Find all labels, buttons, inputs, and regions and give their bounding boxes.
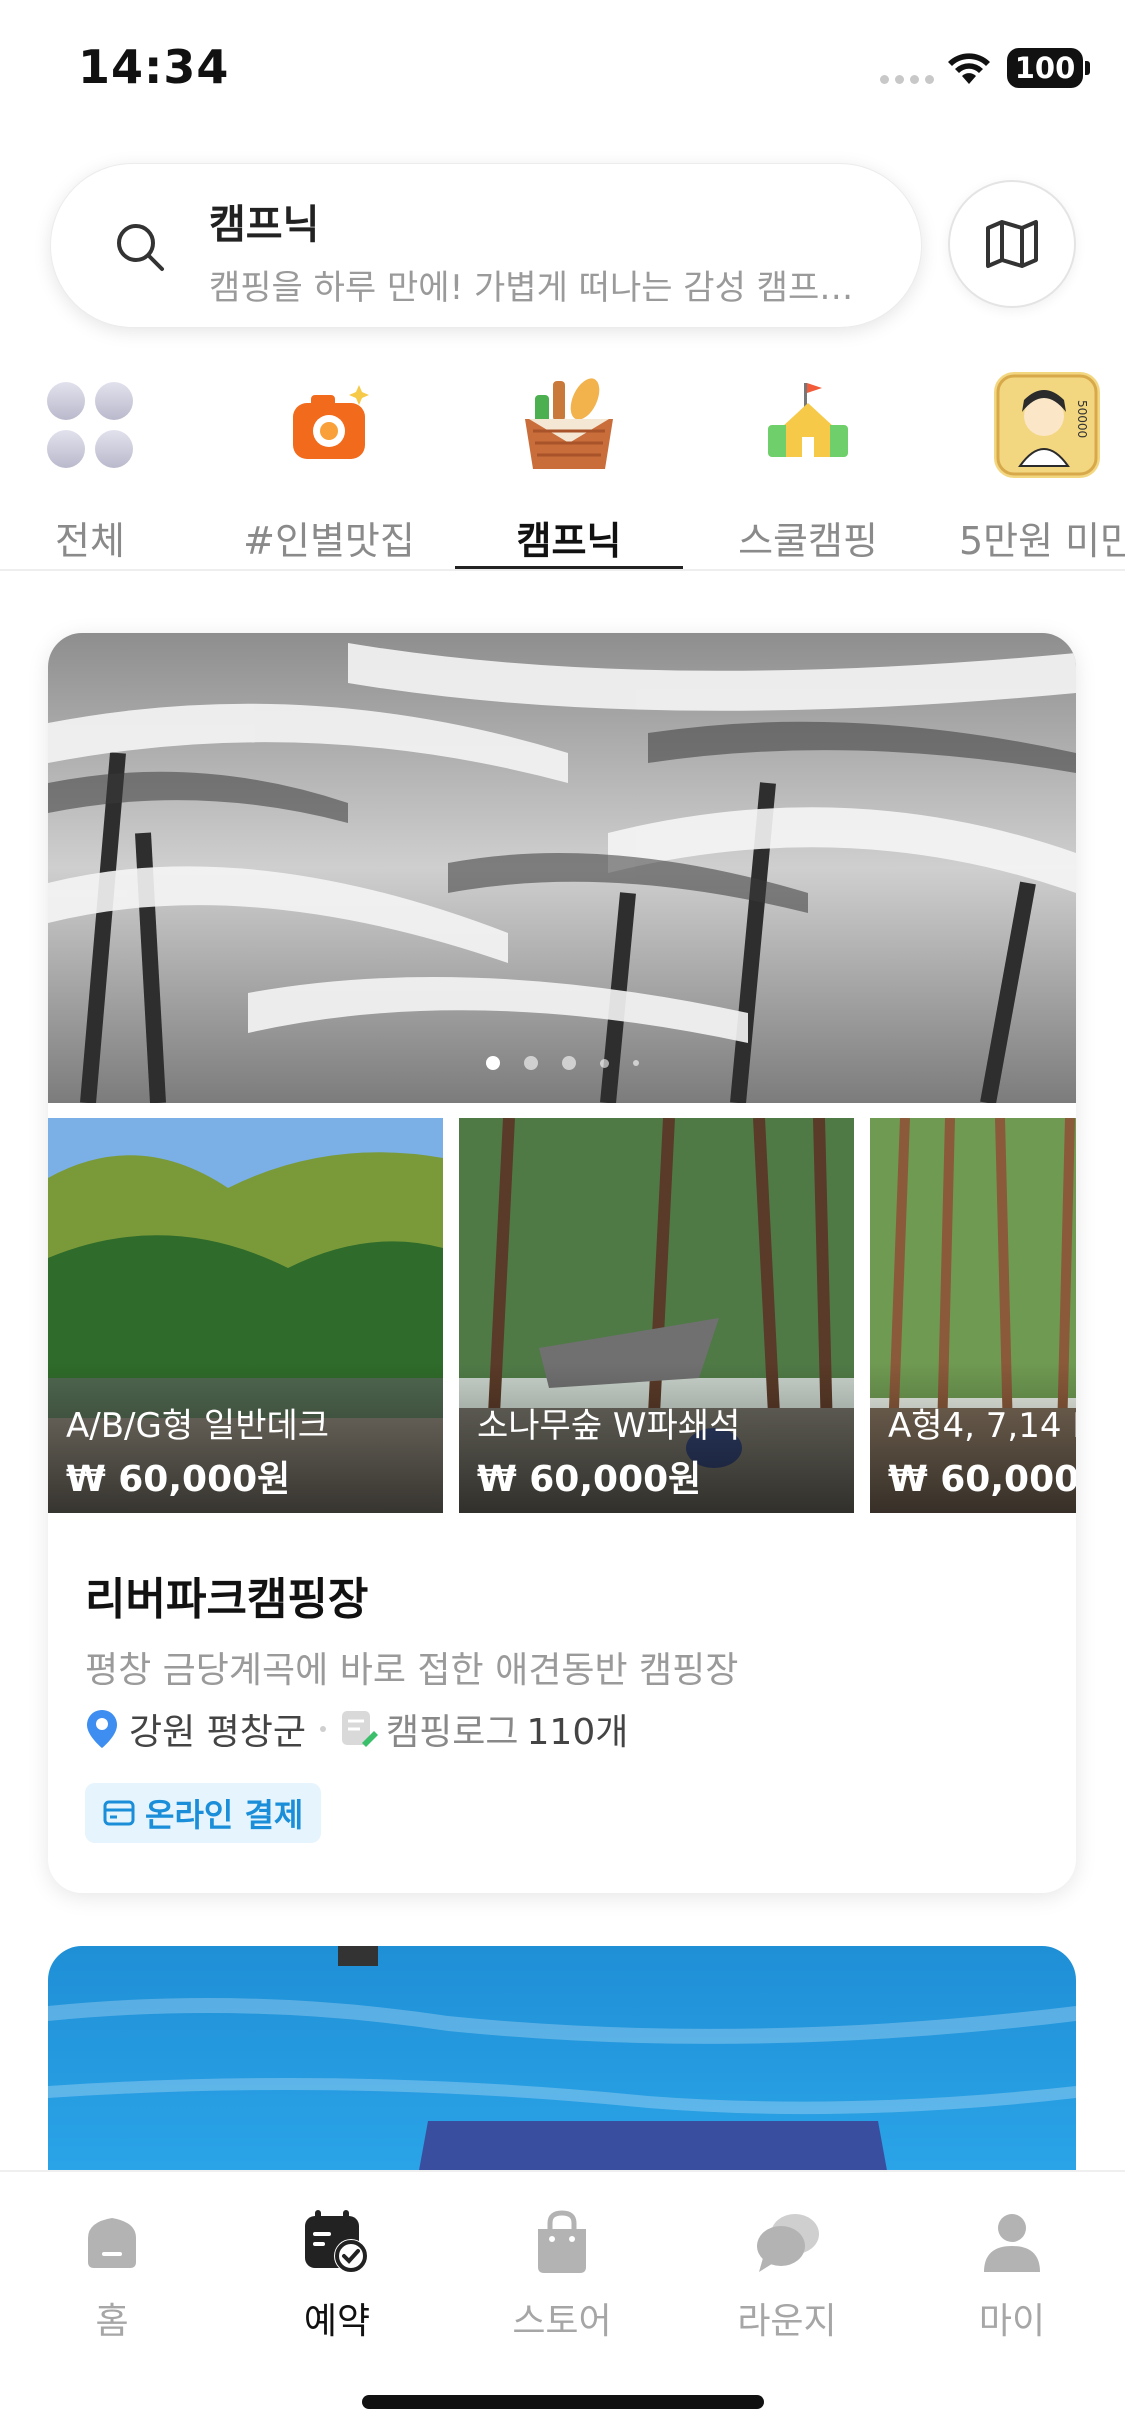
svg-text:50000: 50000 — [1075, 400, 1089, 438]
category-under-50k[interactable]: 50000 5만원 미만 — [942, 370, 1125, 570]
pool-photo — [48, 1946, 1076, 2176]
status-bar: 14:34 100 — [0, 0, 1125, 140]
room-item[interactable]: A/B/G형 일반데크 ₩ 60,000원 — [48, 1118, 443, 1513]
location-pin-icon — [87, 1710, 117, 1748]
signal-icon — [880, 75, 934, 84]
shopping-bag-icon — [462, 2202, 662, 2282]
home-indicator[interactable] — [362, 2395, 764, 2409]
tab-lounge[interactable]: 라운지 — [687, 2202, 887, 2344]
online-payment-badge: 온라인 결제 — [85, 1783, 322, 1843]
room-item[interactable]: A형4, 7,14 B ₩ 60,000원 — [870, 1118, 1076, 1513]
battery-icon: 100 — [1007, 48, 1090, 88]
category-label: 캠프닉 — [516, 519, 622, 563]
chat-bubbles-icon — [687, 2202, 887, 2282]
payment-label: 온라인 결제 — [145, 1796, 304, 1834]
search-bar[interactable]: 캠프닉 캠핑을 하루 만에! 가볍게 떠나는 감성 캠프… — [50, 163, 922, 328]
tab-label: 스토어 — [512, 2301, 612, 2342]
tab-home[interactable]: 홈 — [12, 2202, 212, 2344]
category-label: 5만원 미만 — [958, 519, 1125, 563]
campsite-meta: 강원 평창군 캠핑로그 110개 — [85, 1703, 628, 1755]
camping-log-label: 캠핑로그 — [386, 1712, 519, 1753]
campsite-card-next[interactable] — [48, 1946, 1076, 2176]
divider — [0, 569, 1125, 571]
snowy-forest-photo — [48, 633, 1076, 1103]
camping-log-count: 110개 — [526, 1712, 629, 1753]
person-icon — [912, 2202, 1112, 2282]
category-all[interactable]: 전체 — [0, 370, 195, 570]
status-time: 14:34 — [78, 40, 230, 94]
room-price: ₩ 60,000원 — [66, 1459, 291, 1500]
school-icon — [753, 370, 863, 480]
category-label: 스쿨캠핑 — [738, 519, 878, 563]
room-price: ₩ 60,000원 — [888, 1459, 1076, 1500]
room-list: A/B/G형 일반데크 ₩ 60,000원 소나무숲 W파쇄석 ₩ 60,000… — [48, 1118, 1076, 1513]
category-tabs: 전체 #인별맛집 캠프닉 스쿨캠핑 50000 5만원 미만 — [0, 370, 1125, 570]
map-button[interactable] — [948, 180, 1076, 308]
tab-store[interactable]: 스토어 — [462, 2202, 662, 2344]
campsite-card[interactable]: A/B/G형 일반데크 ₩ 60,000원 소나무숲 W파쇄석 ₩ 60,000… — [48, 633, 1076, 1893]
grid-icon — [35, 370, 145, 480]
calendar-check-icon — [237, 2202, 437, 2282]
category-label: 전체 — [55, 519, 125, 563]
picnic-basket-icon — [514, 370, 624, 480]
tab-label: 예약 — [303, 2301, 371, 2342]
tab-label: 라운지 — [737, 2301, 837, 2342]
room-price: ₩ 60,000원 — [477, 1459, 702, 1500]
carousel-dots — [48, 1056, 1076, 1070]
home-icon — [12, 2202, 212, 2282]
tab-label: 홈 — [95, 2301, 129, 2342]
hero-image[interactable] — [48, 633, 1076, 1103]
campsite-description: 평창 금당계곡에 바로 접한 애견동반 캠핑장 — [85, 1650, 739, 1691]
card-icon — [103, 1800, 135, 1826]
camping-log-icon — [342, 1711, 379, 1747]
map-icon — [986, 220, 1038, 268]
search-title: 캠프닉 — [209, 202, 320, 248]
room-name: A형4, 7,14 B — [888, 1406, 1076, 1446]
campsite-name: 리버파크캠핑장 — [85, 1574, 369, 1625]
category-school[interactable]: 스쿨캠핑 — [703, 370, 913, 570]
search-subtitle: 캠핑을 하루 만에! 가볍게 떠나는 감성 캠프… — [209, 268, 854, 308]
room-name: 소나무숲 W파쇄석 — [477, 1406, 741, 1446]
tab-label: 마이 — [978, 2301, 1046, 2342]
category-label: #인별맛집 — [243, 519, 415, 563]
category-insta[interactable]: #인별맛집 — [224, 370, 434, 570]
category-campnic[interactable]: 캠프닉 — [464, 370, 674, 570]
search-icon — [117, 224, 164, 271]
room-item[interactable]: 소나무숲 W파쇄석 ₩ 60,000원 — [459, 1118, 854, 1513]
tab-reservation[interactable]: 예약 — [237, 2202, 437, 2344]
campsite-location: 강원 평창군 — [129, 1712, 307, 1753]
room-name: A/B/G형 일반데크 — [66, 1406, 330, 1446]
wifi-icon — [948, 53, 990, 84]
tab-my[interactable]: 마이 — [912, 2202, 1112, 2344]
banknote-icon: 50000 — [992, 370, 1102, 480]
camera-icon — [274, 370, 384, 480]
